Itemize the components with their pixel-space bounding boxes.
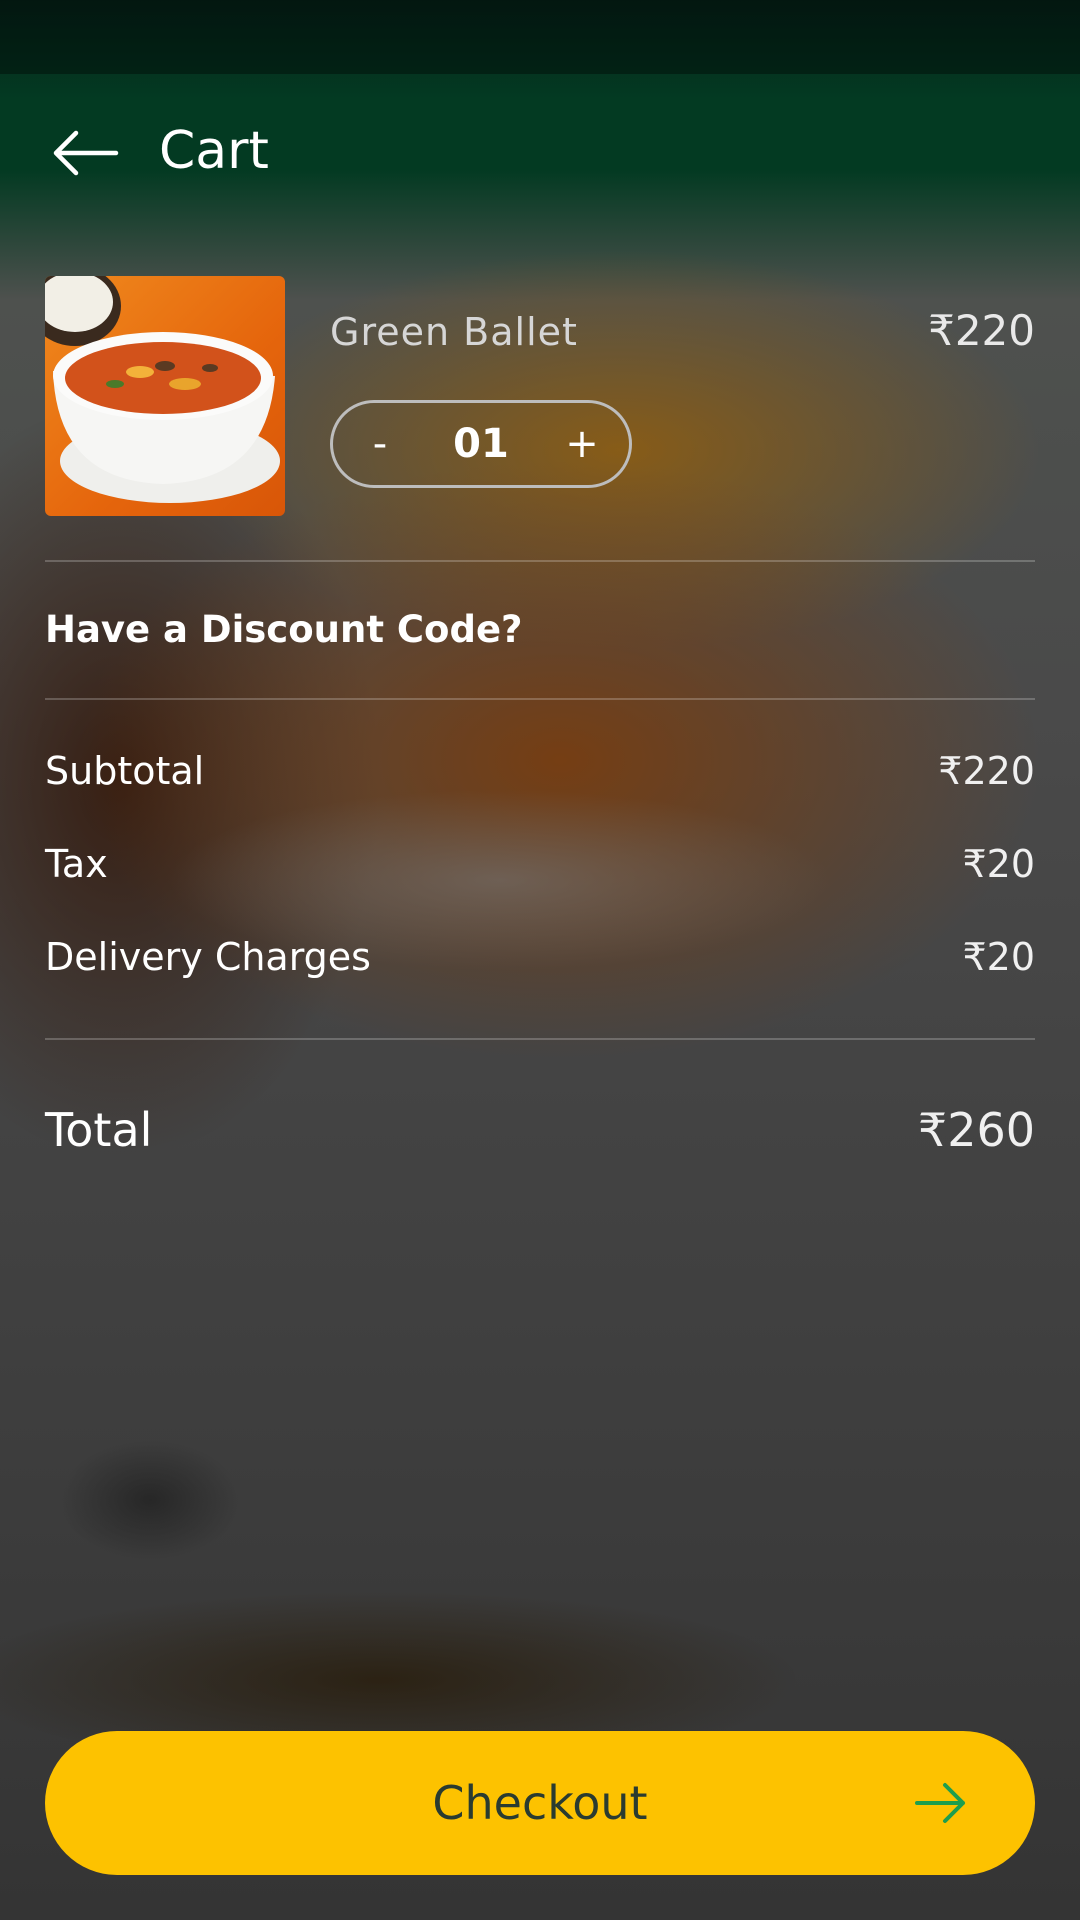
item-price: ₹220 bbox=[928, 306, 1035, 355]
discount-code-link[interactable]: Have a Discount Code? bbox=[45, 608, 523, 651]
item-name: Green Ballet bbox=[330, 310, 578, 354]
app-header: Cart bbox=[0, 74, 1080, 230]
divider bbox=[45, 560, 1035, 562]
cart-item: Green Ballet ₹220 - 01 + bbox=[45, 276, 1035, 516]
subtotal-value: ₹220 bbox=[938, 749, 1035, 793]
tax-label: Tax bbox=[45, 842, 108, 886]
delivery-row: Delivery Charges ₹20 bbox=[45, 927, 1035, 987]
delivery-label: Delivery Charges bbox=[45, 935, 371, 979]
back-button[interactable] bbox=[50, 128, 120, 178]
increment-button[interactable]: + bbox=[547, 403, 617, 485]
quantity-stepper: - 01 + bbox=[330, 400, 632, 488]
arrow-left-icon bbox=[53, 130, 119, 176]
checkout-button[interactable]: Checkout bbox=[45, 1731, 1035, 1875]
subtotal-label: Subtotal bbox=[45, 749, 205, 793]
divider bbox=[45, 1038, 1035, 1040]
tax-value: ₹20 bbox=[962, 842, 1035, 886]
subtotal-row: Subtotal ₹220 bbox=[45, 741, 1035, 801]
divider bbox=[45, 698, 1035, 700]
quantity-value: 01 bbox=[453, 421, 509, 467]
page-title: Cart bbox=[159, 121, 269, 181]
status-bar bbox=[0, 0, 1080, 74]
total-label: Total bbox=[45, 1103, 153, 1157]
arrow-right-icon bbox=[915, 1783, 965, 1823]
total-row: Total ₹260 bbox=[45, 1100, 1035, 1160]
delivery-value: ₹20 bbox=[962, 935, 1035, 979]
decrement-button[interactable]: - bbox=[345, 403, 415, 485]
food-image bbox=[45, 276, 285, 516]
total-value: ₹260 bbox=[917, 1103, 1035, 1157]
checkout-label: Checkout bbox=[432, 1776, 648, 1830]
tax-row: Tax ₹20 bbox=[45, 834, 1035, 894]
